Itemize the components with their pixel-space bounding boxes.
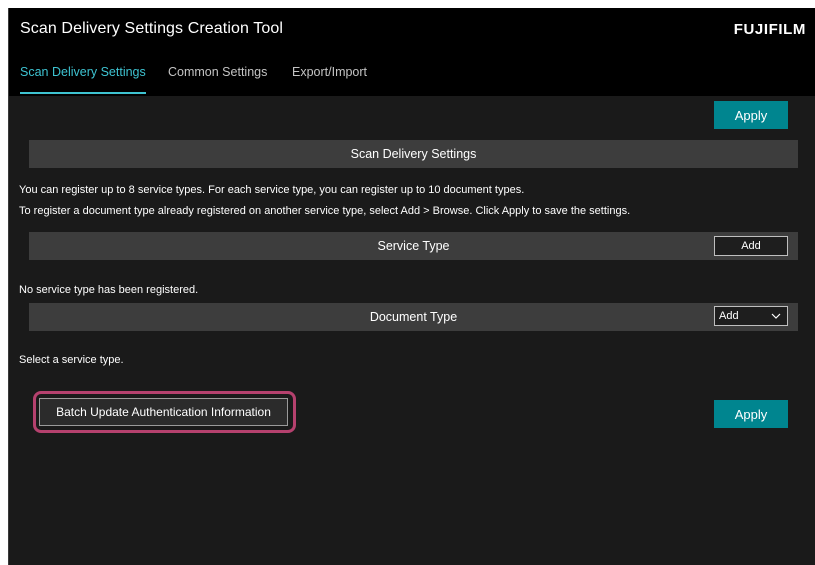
description-line-1: You can register up to 8 service types. … xyxy=(19,184,525,196)
service-type-add-button[interactable]: Add xyxy=(714,236,788,256)
fujifilm-logo: FUJIFILM xyxy=(733,20,806,38)
service-type-header: Service Type xyxy=(29,232,798,260)
scan-delivery-settings-header: Scan Delivery Settings xyxy=(29,140,798,168)
tab-common-settings[interactable]: Common Settings xyxy=(168,50,267,94)
chevron-down-icon xyxy=(771,313,781,319)
tab-export-import[interactable]: Export/Import xyxy=(292,50,367,94)
service-type-empty-message: No service type has been registered. xyxy=(19,284,199,296)
tab-scan-delivery-settings[interactable]: Scan Delivery Settings xyxy=(20,50,146,94)
document-type-header: Document Type xyxy=(29,303,798,331)
app-window: Scan Delivery Settings Creation Tool FUJ… xyxy=(8,8,815,565)
tab-bar: Scan Delivery Settings Common Settings E… xyxy=(9,50,815,96)
batch-update-auth-button[interactable]: Batch Update Authentication Information xyxy=(39,398,288,426)
document-type-add-value: Add xyxy=(719,310,739,322)
description-line-2: To register a document type already regi… xyxy=(19,205,631,217)
app-title: Scan Delivery Settings Creation Tool xyxy=(20,20,283,37)
document-type-header-label: Document Type xyxy=(369,310,458,324)
service-type-header-label: Service Type xyxy=(377,239,450,253)
document-type-empty-message: Select a service type. xyxy=(19,354,124,366)
apply-button-bottom[interactable]: Apply xyxy=(714,400,788,428)
apply-button-top[interactable]: Apply xyxy=(714,101,788,129)
title-bar: Scan Delivery Settings Creation Tool FUJ… xyxy=(9,8,815,50)
document-type-add-dropdown[interactable]: Add xyxy=(714,306,788,326)
